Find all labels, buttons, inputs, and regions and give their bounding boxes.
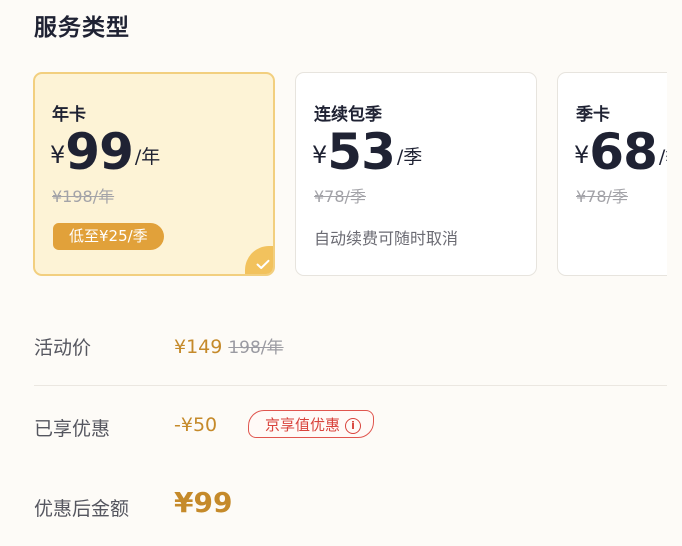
final-amount-label: 优惠后金额 <box>34 498 130 520</box>
price-unit: /年 <box>134 146 161 168</box>
plan-name: 年卡 <box>52 105 86 125</box>
selected-check-icon <box>245 246 273 274</box>
price-unit: /季 <box>396 146 423 168</box>
info-icon[interactable]: i <box>345 418 362 434</box>
plan-card-list: 年卡 ¥99/年 ¥198/年 低至¥25/季 连续包季 ¥53/季 ¥78/季… <box>0 72 667 280</box>
discount-label: 已享优惠 <box>34 418 111 440</box>
plan-card-quarterly[interactable]: 季卡 ¥68/季 ¥78/季 <box>557 72 667 276</box>
plan-price: ¥53/季 <box>312 123 422 181</box>
promo-tag-label: 京享值优惠 <box>265 416 341 434</box>
price-amount: 68 <box>589 123 658 181</box>
plan-card-annual[interactable]: 年卡 ¥99/年 ¥198/年 低至¥25/季 <box>33 72 275 276</box>
activity-price-value: ¥149 198/年 <box>174 333 284 358</box>
plan-name: 季卡 <box>576 105 610 125</box>
plan-name: 连续包季 <box>314 105 382 125</box>
plan-card-quarterly-auto[interactable]: 连续包季 ¥53/季 ¥78/季 自动续费可随时取消 <box>295 72 537 276</box>
activity-price-label: 活动价 <box>34 337 92 359</box>
discount-badge: 低至¥25/季 <box>53 223 164 250</box>
divider <box>34 385 667 386</box>
plan-price: ¥68/季 <box>574 123 667 181</box>
promo-tag[interactable]: 京享值优惠 i <box>248 410 375 438</box>
price-amount: 53 <box>327 123 396 181</box>
price-unit: /季 <box>658 146 667 168</box>
plan-note: 自动续费可随时取消 <box>314 229 459 248</box>
price-currency: ¥ <box>50 141 66 169</box>
original-price: ¥78/季 <box>314 187 366 206</box>
section-title: 服务类型 <box>34 15 130 41</box>
price-amount: 99 <box>65 123 134 181</box>
final-amount-value: ¥99 <box>174 486 233 519</box>
discount-value: -¥50 <box>174 414 218 436</box>
price-currency: ¥ <box>574 141 590 169</box>
activity-price: ¥149 <box>174 336 223 358</box>
original-price: ¥198/年 <box>52 187 115 206</box>
original-price: ¥78/季 <box>576 187 628 206</box>
price-currency: ¥ <box>312 141 328 169</box>
activity-original-price: 198/年 <box>228 338 284 358</box>
plan-price: ¥99/年 <box>50 123 160 181</box>
